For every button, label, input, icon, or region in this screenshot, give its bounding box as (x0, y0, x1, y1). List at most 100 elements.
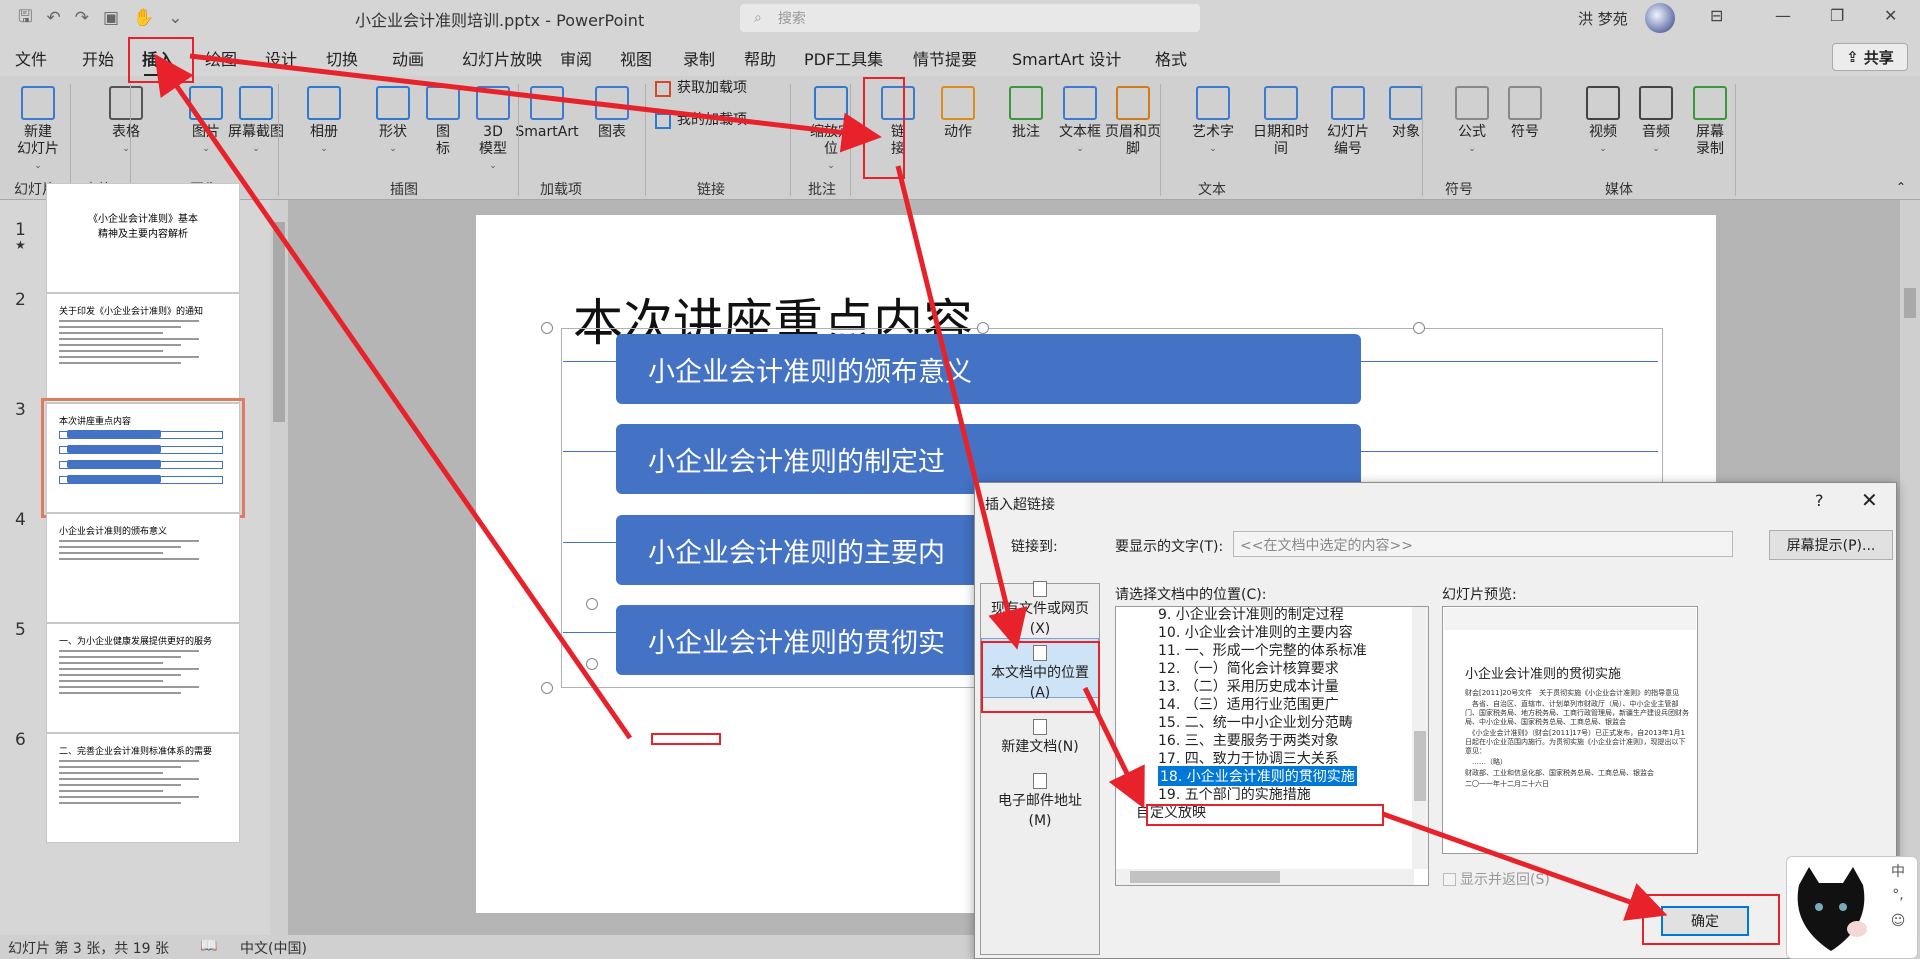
minimize-icon[interactable]: — (1775, 6, 1791, 25)
tree-item-8[interactable]: 17. 四、致力于协调三大关系 (1158, 748, 1339, 768)
slide-scrollbar[interactable] (1900, 200, 1920, 935)
tree-hscroll-thumb[interactable] (1130, 871, 1280, 883)
slide-thumbnail-2[interactable]: 关于印发《小企业会计准则》的通知 (46, 293, 240, 403)
link-to-3[interactable]: 电子邮件地址 (M) (981, 773, 1099, 831)
tree-vscroll-thumb[interactable] (1414, 731, 1426, 801)
link-to-0[interactable]: 现有文件或网页 (X) (981, 581, 1099, 639)
tab-8[interactable]: 审阅 (560, 46, 592, 70)
undo-icon[interactable]: ↶ (46, 8, 60, 28)
tab-10[interactable]: 录制 (683, 46, 715, 70)
display-text-input[interactable]: <<在文档中选定的内容>> (1233, 531, 1733, 557)
tab-14[interactable]: SmartArt 设计 (1012, 46, 1121, 70)
ribbon-button-1[interactable]: 表格 ⌄ (98, 86, 154, 158)
ribbon-button-16[interactable]: 文本框 ⌄ (1052, 86, 1108, 158)
ribbon-button-4[interactable]: 相册 ⌄ (296, 86, 352, 158)
ribbon-button-15[interactable]: 批注 (998, 86, 1054, 141)
tab-3[interactable]: 绘图 (205, 46, 237, 70)
help-button[interactable]: ? (1815, 491, 1824, 510)
tab-11[interactable]: 帮助 (744, 46, 776, 70)
resize-handle[interactable] (977, 322, 989, 334)
tree-item-6[interactable]: 15. 二、统一中小企业划分范畴 (1158, 712, 1353, 732)
tab-9[interactable]: 视图 (620, 46, 652, 70)
tree-item-11[interactable]: 自定义放映 (1136, 802, 1206, 822)
resize-handle[interactable] (541, 322, 553, 334)
show-return-checkbox[interactable]: 显示并返回(S) (1443, 869, 1550, 889)
link-to-1[interactable]: 本文档中的位置 (A) (981, 638, 1099, 701)
language[interactable]: 中文(中国) (240, 938, 307, 958)
tree-item-4[interactable]: 13. （二）采用历史成本计量 (1158, 676, 1339, 696)
ribbon-button-22[interactable]: 公式 ⌄ (1444, 86, 1500, 158)
ribbon-button-3[interactable]: 屏幕截图 ⌄ (228, 86, 284, 158)
tab-12[interactable]: PDF工具集 (804, 46, 883, 70)
tab-15[interactable]: 格式 (1155, 46, 1187, 70)
ok-button[interactable]: 确定 (1661, 906, 1749, 936)
checkbox-box[interactable] (1443, 872, 1456, 886)
slide-thumbnail-5[interactable]: 一、为小企业健康发展提供更好的服务 (46, 623, 240, 733)
tab-6[interactable]: 动画 (392, 46, 424, 70)
ribbon-button-23[interactable]: 符号 (1497, 86, 1553, 141)
ribbon-button-25[interactable]: 音频 ⌄ (1628, 86, 1684, 158)
tab-5[interactable]: 切换 (326, 46, 358, 70)
ribbon-button-8[interactable]: SmartArt (512, 86, 582, 141)
screentip-button[interactable]: 屏幕提示(P)... (1769, 530, 1893, 560)
tree-item-10[interactable]: 19. 五个部门的实施措施 (1158, 784, 1311, 804)
resize-handle[interactable] (586, 598, 598, 610)
ribbon-button-17[interactable]: 页眉和页脚 (1105, 86, 1161, 158)
link-to-2[interactable]: 新建文档(N) (981, 719, 1099, 757)
ribbon-button-0[interactable]: 新建 幻灯片 ⌄ (10, 86, 66, 175)
ribbon-button-11[interactable]: 我的加载项 ⌄ (655, 112, 785, 129)
tab-4[interactable]: 设计 (265, 46, 297, 70)
ribbon-button-13[interactable]: 链接 (870, 86, 926, 158)
ribbon-button-21[interactable]: 对象 (1378, 86, 1434, 141)
tab-2[interactable]: 插入 (142, 46, 174, 77)
ime-button-0[interactable]: 中 (1885, 861, 1911, 887)
document-location-tree[interactable]: 9. 小企业会计准则的制定过程 10. 小企业会计准则的主要内容 11. 一、形成一… (1115, 606, 1429, 886)
save-icon[interactable]: 🖫 (18, 4, 32, 33)
collapse-ribbon-icon[interactable]: ⌃ (1896, 180, 1906, 194)
ribbon-button-5[interactable]: 形状 ⌄ (365, 86, 421, 158)
tree-item-9[interactable]: 18. 小企业会计准则的贯彻实施 (1158, 766, 1357, 786)
slideshow-icon[interactable]: ▣ (103, 8, 119, 28)
avatar[interactable] (1645, 3, 1675, 33)
tree-item-7[interactable]: 16. 三、主要服务于两类对象 (1158, 730, 1339, 750)
ribbon-button-24[interactable]: 视频 ⌄ (1575, 86, 1631, 158)
tree-item-3[interactable]: 12. （一）简化会计核算要求 (1158, 658, 1339, 678)
resize-handle[interactable] (1413, 322, 1425, 334)
ribbon-button-19[interactable]: 日期和时间 (1253, 86, 1309, 158)
restore-icon[interactable]: ❐ (1830, 6, 1844, 25)
customize-toolbar-icon[interactable]: ⌄ (168, 8, 182, 28)
tree-item-2[interactable]: 11. 一、形成一个完整的体系标准 (1158, 640, 1367, 660)
ribbon-button-9[interactable]: 图表 (584, 86, 640, 141)
ribbon-button-14[interactable]: 动作 (930, 86, 986, 141)
tree-item-1[interactable]: 10. 小企业会计准则的主要内容 (1158, 622, 1353, 642)
tree-item-5[interactable]: 14. （三）适用行业范围更广 (1158, 694, 1339, 714)
dialog-close-button[interactable]: ✕ (1861, 488, 1878, 512)
search-box[interactable]: ⌕ 搜索 (740, 4, 1200, 32)
resize-handle[interactable] (586, 658, 598, 670)
ribbon-button-2[interactable]: 图片 ⌄ (178, 86, 234, 158)
share-button[interactable]: ⇪ 共享 (1832, 43, 1908, 71)
ribbon-button-20[interactable]: 幻灯片 编号 (1320, 86, 1376, 158)
tab-1[interactable]: 开始 (82, 46, 114, 70)
slide-thumbnail-3[interactable]: 本次讲座重点内容 (41, 398, 245, 518)
tab-13[interactable]: 情节提要 (913, 46, 977, 70)
tab-7[interactable]: 幻灯片放映 (462, 46, 542, 70)
touch-mode-icon[interactable]: ✋ (133, 8, 154, 28)
close-icon[interactable]: ✕ (1884, 6, 1897, 25)
accessibility-icon[interactable]: 📖 (200, 938, 217, 954)
ribbon-button-6[interactable]: 图标 (415, 86, 471, 158)
ime-button-2[interactable]: ☺ (1885, 913, 1911, 939)
slide-scroll-thumb[interactable] (1904, 288, 1916, 318)
tab-0[interactable]: 文件 (15, 46, 47, 70)
slide-thumbnail-1[interactable]: 《小企业会计准则》基本 精神及主要内容解析 (46, 183, 240, 293)
thumbnail-scrollbar[interactable] (270, 200, 288, 935)
redo-icon[interactable]: ↷ (75, 8, 89, 28)
thumbnail-scroll-thumb[interactable] (273, 222, 285, 422)
resize-handle[interactable] (541, 682, 553, 694)
slide-thumbnail-6[interactable]: 二、完善企业会计准则标准体系的需要 (46, 733, 240, 843)
ribbon-button-18[interactable]: 艺术字 ⌄ (1185, 86, 1241, 158)
ribbon-button-26[interactable]: 屏幕 录制 (1682, 86, 1738, 158)
slide-thumbnail-4[interactable]: 小企业会计准则的颁布意义 (46, 513, 240, 623)
ribbon-display-icon[interactable]: ⊟ (1710, 6, 1723, 25)
ribbon-button-10[interactable]: 获取加载项 (655, 80, 785, 97)
